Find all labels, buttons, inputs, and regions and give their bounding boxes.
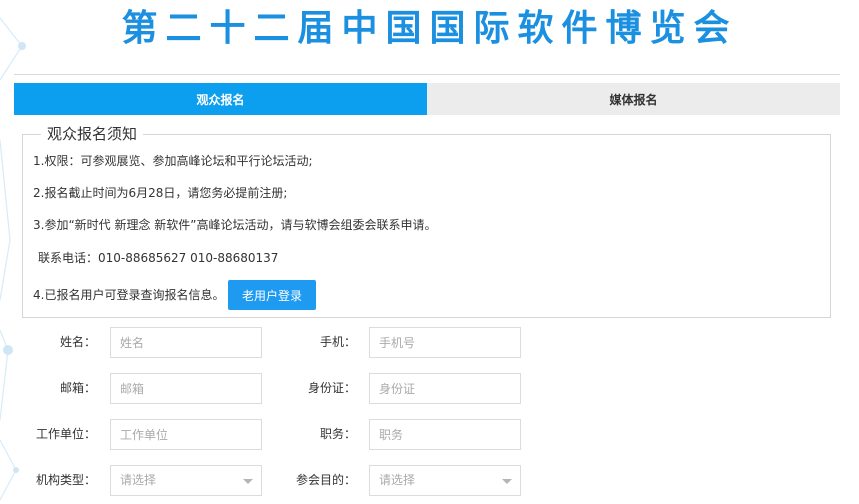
purpose-label: 参会目的： [295,473,356,487]
tab-media-registration[interactable]: 媒体报名 [427,83,840,115]
chevron-down-icon [243,479,253,484]
page-title: 第二十二届中国国际软件博览会 [121,8,738,49]
id-card-input[interactable] [369,373,521,404]
org-type-label: 机构类型： [35,473,96,487]
phone-input[interactable] [369,327,521,358]
id-card-label: 身份证： [307,381,356,395]
contact-phone: 联系电话：010-88685627 010-88680137 [38,251,279,265]
name-input[interactable] [110,327,262,358]
notice-item-1: 1.权限：可参观展览、参加高峰论坛和平行论坛活动; [33,154,313,168]
position-input[interactable] [369,419,521,450]
notice-item-3: 3.参加“新时代 新理念 新软件”高峰论坛活动，请与软博会组委会联系申请。 [33,218,437,232]
notice-item-2: 2.报名截止时间为6月28日，请您务必提前注册; [33,186,288,200]
phone-label: 手机： [319,335,356,349]
returning-user-login-button[interactable]: 老用户登录 [228,280,316,310]
org-type-select[interactable]: 请选择 [110,465,262,496]
email-label: 邮箱： [59,381,96,395]
name-label: 姓名： [59,335,96,349]
chevron-down-icon [502,479,512,484]
company-label: 工作单位： [35,427,96,441]
position-label: 职务： [319,427,356,441]
notice-title: 观众报名须知 [41,124,144,144]
registration-tabs: 观众报名 媒体报名 [14,83,840,115]
title-divider [14,74,840,75]
purpose-select-value: 请选择 [379,473,416,487]
registration-notice-box: 观众报名须知 1.权限：可参观展览、参加高峰论坛和平行论坛活动; 2.报名截止时… [22,124,831,318]
email-input[interactable] [110,373,262,404]
org-type-select-value: 请选择 [120,473,157,487]
tab-visitor-registration[interactable]: 观众报名 [14,83,427,115]
company-input[interactable] [110,419,262,450]
notice-item-4: 4.已报名用户可登录查询报名信息。 [33,288,225,302]
purpose-select[interactable]: 请选择 [369,465,521,496]
